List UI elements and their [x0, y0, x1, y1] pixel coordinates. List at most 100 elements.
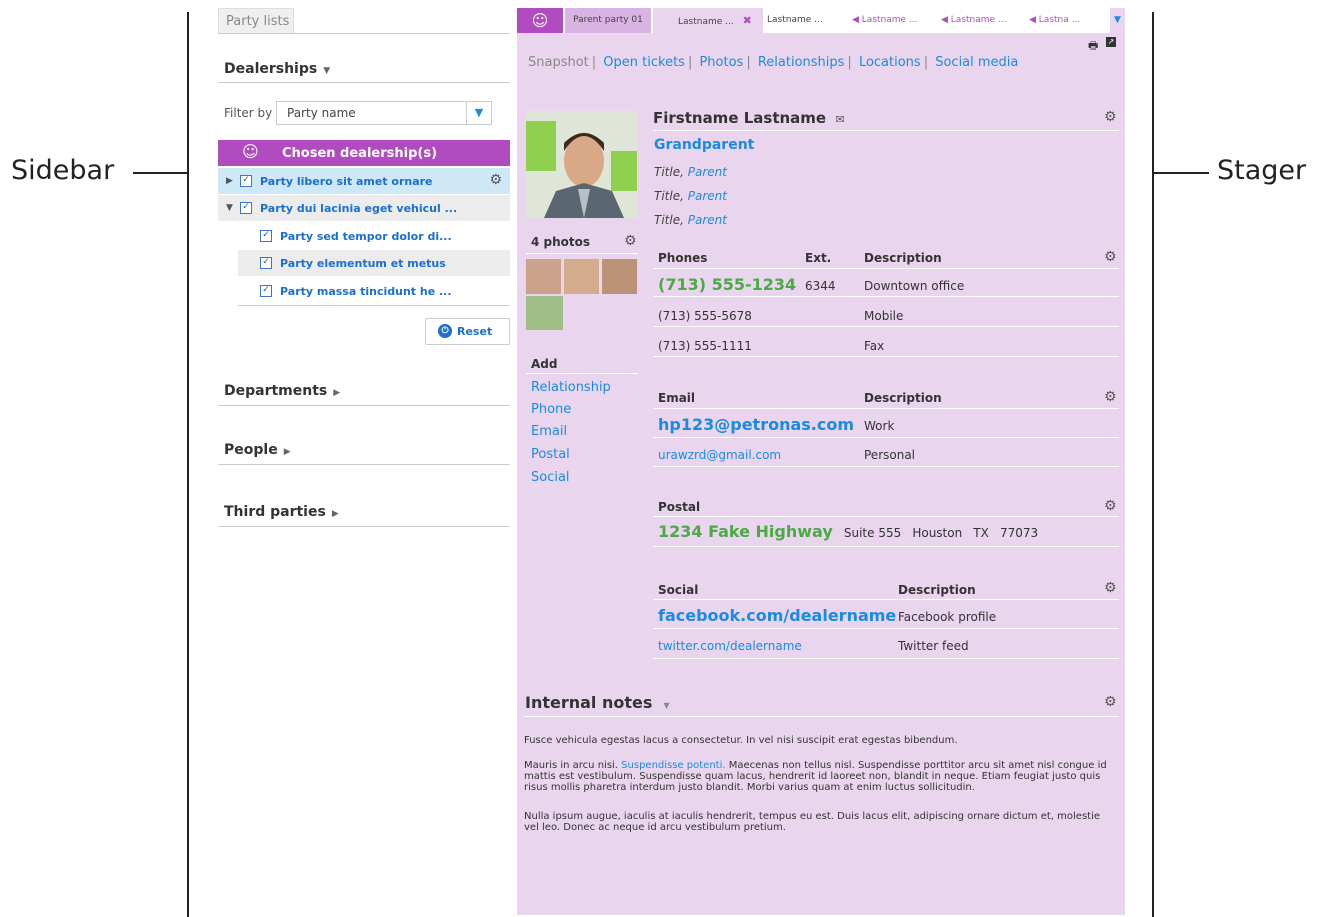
title-text: Title,: [654, 165, 684, 179]
nav-snapshot[interactable]: Snapshot: [528, 55, 589, 70]
postal-suite: Suite 555: [843, 526, 902, 540]
nav-locations[interactable]: Locations: [859, 55, 921, 70]
stager-tab-bar: ☺ Parent party 01 Lastname ... ✖ Lastnam…: [517, 8, 1125, 33]
gear-icon[interactable]: ⚙: [1104, 498, 1117, 514]
add-email-link[interactable]: Email: [531, 424, 567, 439]
nav-relationships[interactable]: Relationships: [758, 55, 845, 70]
divider: [653, 628, 1119, 629]
people-header[interactable]: People ▶: [224, 442, 291, 458]
title-line: Title, Parent: [654, 165, 727, 179]
internal-notes-header[interactable]: Internal notes ▼: [525, 693, 670, 712]
people-label: People: [224, 442, 278, 458]
parent-link[interactable]: Parent: [688, 213, 727, 227]
phone-number[interactable]: (713) 555-1111: [658, 339, 752, 353]
checkbox[interactable]: ✓: [260, 230, 272, 242]
list-item[interactable]: ✓ Party massa tincidunt he ...: [238, 278, 510, 304]
social-desc-header: Description: [898, 583, 976, 597]
relation-link[interactable]: Grandparent: [654, 137, 754, 153]
photo-thumb[interactable]: [526, 296, 563, 330]
close-icon[interactable]: ✖: [743, 14, 752, 27]
tab-arrow-icon: ◀: [852, 15, 862, 25]
divider: [653, 296, 1119, 297]
tab-lastname[interactable]: ◀ Lastna ...: [1029, 8, 1099, 33]
checkbox[interactable]: ✓: [260, 257, 272, 269]
gear-icon[interactable]: ⚙: [1104, 249, 1117, 265]
gear-icon[interactable]: ⚙: [1104, 694, 1117, 710]
departments-header[interactable]: Departments ▶: [224, 383, 340, 399]
note-paragraph: Mauris in arcu nisi. Suspendisse potenti…: [524, 760, 1114, 793]
divider: [238, 305, 510, 306]
email-address[interactable]: urawzrd@gmail.com: [658, 448, 781, 462]
divider: [653, 466, 1119, 467]
tab-lastname[interactable]: ◀ Lastname ...: [941, 8, 1026, 33]
list-item[interactable]: ▼ ✓ Party dui lacinia eget vehicul ...: [218, 195, 510, 221]
chevron-down-icon[interactable]: ▼: [1110, 8, 1125, 33]
parent-link[interactable]: Parent: [688, 189, 727, 203]
note-link[interactable]: Suspendisse potenti.: [621, 760, 725, 771]
gear-icon[interactable]: ⚙: [1104, 580, 1117, 596]
profile-photo: [526, 111, 637, 218]
tab-party-lists[interactable]: Party lists: [218, 8, 294, 33]
email-desc: Work: [864, 419, 895, 433]
caret-right-icon: ▶: [331, 509, 339, 519]
nav-photos[interactable]: Photos: [699, 55, 743, 70]
tab-lastname[interactable]: Lastname ...: [767, 8, 837, 33]
gear-icon[interactable]: ⚙: [489, 172, 502, 188]
chevron-down-icon[interactable]: ▼: [466, 102, 491, 124]
mail-icon[interactable]: ✉: [835, 113, 844, 126]
parent-link[interactable]: Parent: [688, 165, 727, 179]
postal-address: 1234 Fake Highway Suite 555 Houston TX 7…: [658, 522, 1038, 541]
caret-right-icon[interactable]: ▶: [226, 176, 233, 186]
tab-arrow-icon: ◀: [941, 15, 951, 25]
divider: [653, 356, 1119, 357]
gear-icon[interactable]: ⚙: [1104, 109, 1117, 125]
tab-lastname[interactable]: ◀ Lastname ...: [852, 8, 937, 33]
tab-label: Lastna ...: [1038, 15, 1081, 25]
email-primary[interactable]: hp123@petronas.com: [658, 415, 854, 434]
filter-select[interactable]: Party name ▼: [276, 101, 492, 125]
tab-lastname-active[interactable]: Lastname ... ✖: [653, 8, 763, 33]
phone-desc: Fax: [864, 339, 885, 353]
add-social-link[interactable]: Social: [531, 470, 570, 485]
popout-icon[interactable]: ↗: [1106, 37, 1116, 47]
gear-icon[interactable]: ⚙: [624, 233, 637, 249]
caret-down-icon[interactable]: ▼: [226, 203, 233, 213]
tab-parent-party[interactable]: Parent party 01: [565, 8, 651, 33]
checkbox[interactable]: ✓: [240, 175, 252, 187]
list-item[interactable]: ✓ Party sed tempor dolor di...: [238, 223, 510, 249]
add-phone-link[interactable]: Phone: [531, 402, 571, 417]
social-primary[interactable]: facebook.com/dealername: [658, 606, 896, 625]
nav-open-tickets[interactable]: Open tickets: [603, 55, 685, 70]
divider: [218, 33, 510, 34]
phone-number[interactable]: (713) 555-5678: [658, 309, 752, 323]
list-item[interactable]: ✓ Party elementum et metus: [238, 250, 510, 276]
checkbox[interactable]: ✓: [260, 285, 272, 297]
title-text: Title,: [654, 189, 684, 203]
postal-city: Houston: [912, 526, 963, 540]
nav-social-media[interactable]: Social media: [935, 55, 1018, 70]
add-relationship-link[interactable]: Relationship: [531, 380, 611, 395]
note-paragraph: Fusce vehicula egestas lacus a consectet…: [524, 735, 958, 746]
photo-thumb[interactable]: [526, 259, 561, 294]
add-label: Add: [531, 357, 558, 371]
social-url[interactable]: twitter.com/dealername: [658, 639, 802, 653]
photo-thumb[interactable]: [564, 259, 599, 294]
reset-label: Reset: [457, 325, 493, 338]
dealerships-header[interactable]: Dealerships ▼: [224, 61, 330, 77]
photo-thumb[interactable]: [602, 259, 637, 294]
reset-button[interactable]: ⏻ Reset: [425, 318, 510, 345]
postal-zip: 77073: [999, 526, 1039, 540]
phone-primary[interactable]: (713) 555-1234: [658, 275, 796, 294]
checkbox[interactable]: ✓: [240, 202, 252, 214]
add-postal-link[interactable]: Postal: [531, 447, 570, 462]
postal-street[interactable]: 1234 Fake Highway: [658, 522, 833, 541]
print-icon[interactable]: 🖶: [1088, 37, 1098, 56]
group-tab-icon[interactable]: ☺: [517, 8, 563, 33]
divider: [218, 405, 510, 406]
list-item[interactable]: ▶ ✓ Party libero sit amet ornare ⚙: [218, 168, 510, 194]
note-text: Mauris in arcu nisi.: [524, 760, 618, 771]
phone-desc: Downtown office: [864, 279, 965, 293]
third-parties-header[interactable]: Third parties ▶: [224, 504, 339, 520]
tab-label: Lastname ...: [950, 15, 1007, 25]
gear-icon[interactable]: ⚙: [1104, 389, 1117, 405]
